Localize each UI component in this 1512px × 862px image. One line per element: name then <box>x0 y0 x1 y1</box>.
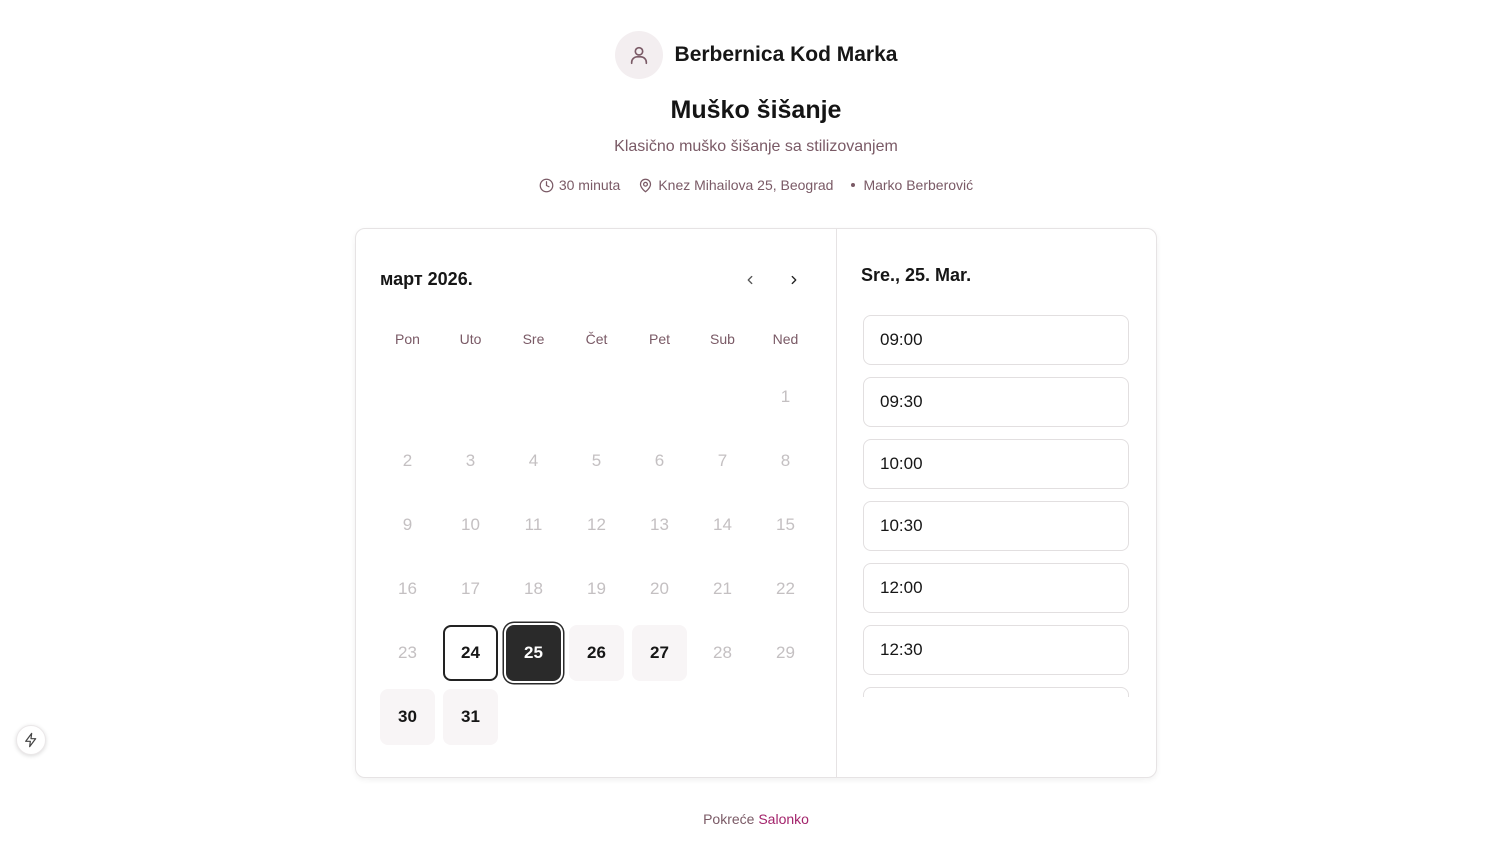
service-title: Muško šišanje <box>670 96 842 124</box>
time-slot-button[interactable]: 09:30 <box>863 377 1129 427</box>
service-meta: 30 minuta Knez Mihailova 25, Beograd Mar… <box>0 177 1512 193</box>
calendar-day-6: 6 <box>632 433 687 489</box>
weekday-label: Čet <box>585 331 608 347</box>
duration-text: 30 minuta <box>558 177 621 193</box>
weekday-label: Pet <box>648 331 670 347</box>
lightning-icon <box>25 732 37 748</box>
calendar-day-25[interactable]: 25 <box>506 625 561 681</box>
calendar-day-19: 19 <box>569 561 624 617</box>
calendar-day-20: 20 <box>632 561 687 617</box>
weekday-label: Pon <box>395 331 420 347</box>
calendar-blank-cell <box>380 369 443 433</box>
calendar-day-10: 10 <box>443 497 498 553</box>
calendar-day-22: 22 <box>758 561 813 617</box>
address-text: Knez Mihailova 25, Beograd <box>658 177 834 193</box>
calendar-grid: 1 2 3 4 5 6 7 8 9 10 11 12 13 14 15 16 17 18 19 20 21 22 23 24 2… <box>380 369 821 753</box>
time-slot-button[interactable]: 09:00 <box>863 315 1129 365</box>
calendar-day-28: 28 <box>695 625 750 681</box>
booking-card: март 2026. Pon Uto Sre Čet Pet Sub Ned 1234567… <box>355 228 1157 778</box>
calendar-day-17: 17 <box>443 561 498 617</box>
calendar-day-12: 12 <box>569 497 624 553</box>
calendar-day-23: 23 <box>380 625 435 681</box>
calendar-day-26[interactable]: 26 <box>569 625 624 681</box>
previous-month-button[interactable] <box>736 266 764 294</box>
calendar-day-21: 21 <box>695 561 750 617</box>
time-slot-button[interactable]: 10:30 <box>863 501 1129 551</box>
time-slot-button[interactable]: 12:00 <box>863 563 1129 613</box>
selected-date-label: Sre., 25. Mar. <box>861 265 972 285</box>
calendar-panel: март 2026. Pon Uto Sre Čet Pet Sub Ned 1234567… <box>356 229 837 777</box>
calendar-day-27[interactable]: 27 <box>632 625 687 681</box>
clock-icon <box>539 178 554 192</box>
bullet-dot <box>851 183 856 187</box>
weekday-header: Pon Uto Sre Čet Pet Sub Ned <box>380 331 821 347</box>
calendar-day-5: 5 <box>569 433 624 489</box>
staff-text: Marko Berberović <box>863 177 974 193</box>
time-slot-list[interactable]: 09:00 09:30 10:00 10:30 12:00 12:30 <box>863 315 1129 697</box>
address-meta: Knez Mihailova 25, Beograd <box>638 177 833 193</box>
calendar-blank-cell <box>506 369 569 433</box>
month-title: март 2026. <box>380 269 473 289</box>
footer-prefix: Pokreće <box>703 811 755 827</box>
calendar-blank-cell <box>695 369 758 433</box>
calendar-blank-cell <box>632 369 695 433</box>
calendar-day-8: 8 <box>758 433 813 489</box>
service-description: Klasično muško šišanje sa stilizovanjem <box>614 138 898 155</box>
calendar-day-2: 2 <box>380 433 435 489</box>
business-name: Berbernica Kod Marka <box>674 43 898 66</box>
time-slot-button[interactable]: 12:30 <box>863 625 1129 675</box>
map-pin-icon <box>640 178 652 192</box>
floating-action-button[interactable] <box>16 725 46 755</box>
time-slot-button[interactable] <box>863 687 1129 697</box>
calendar-day-14: 14 <box>695 497 750 553</box>
calendar-day-16: 16 <box>380 561 435 617</box>
calendar-day-3: 3 <box>443 433 498 489</box>
calendar-day-1: 1 <box>758 369 813 425</box>
calendar-day-29: 29 <box>758 625 813 681</box>
booking-page: Berbernica Kod Marka Muško šišanje Klasi… <box>0 0 1512 862</box>
business-header: Berbernica Kod Marka <box>0 31 1512 79</box>
user-icon <box>630 46 647 65</box>
calendar-day-13: 13 <box>632 497 687 553</box>
calendar-day-15: 15 <box>758 497 813 553</box>
next-month-button[interactable] <box>780 266 808 294</box>
calendar-day-31[interactable]: 31 <box>443 689 498 745</box>
calendar-day-9: 9 <box>380 497 435 553</box>
calendar-day-24[interactable]: 24 <box>443 625 498 681</box>
calendar-day-4: 4 <box>506 433 561 489</box>
calendar-day-11: 11 <box>506 497 561 553</box>
calendar-day-7: 7 <box>695 433 750 489</box>
weekday-label: Sre <box>522 331 545 347</box>
calendar-blank-cell <box>443 369 506 433</box>
footer-brand-link[interactable]: Salonko <box>758 811 809 827</box>
weekday-label: Uto <box>459 331 482 347</box>
avatar <box>614 31 663 79</box>
calendar-blank-cell <box>569 369 632 433</box>
duration-meta: 30 minuta <box>539 177 620 193</box>
weekday-label: Sub <box>710 331 735 347</box>
calendar-day-30[interactable]: 30 <box>380 689 435 745</box>
chevron-left-icon <box>747 275 753 285</box>
chevron-right-icon <box>791 275 797 285</box>
footer: Pokreće Salonko <box>0 811 1512 827</box>
time-slots-panel: Sre., 25. Mar. 09:00 09:30 10:00 10:30 12:00… <box>837 229 1156 777</box>
weekday-label: Ned <box>772 331 799 347</box>
calendar-day-18: 18 <box>506 561 561 617</box>
time-slot-button[interactable]: 10:00 <box>863 439 1129 489</box>
staff-meta: Marko Berberović <box>851 177 973 193</box>
